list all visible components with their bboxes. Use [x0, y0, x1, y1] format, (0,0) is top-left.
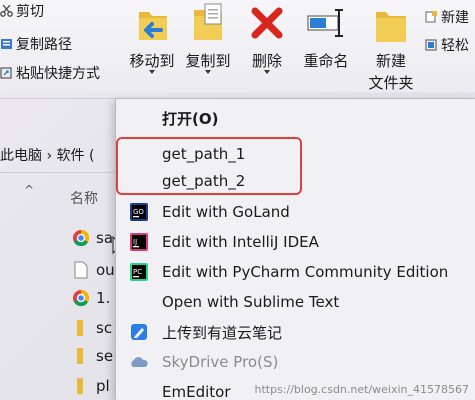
delete-label: 删除 — [251, 52, 282, 70]
paste-shortcut-button[interactable]: 粘贴快捷方式 — [0, 62, 100, 84]
new-folder-button[interactable]: 新建 文件夹 — [362, 0, 420, 92]
file-row-4[interactable]: sc — [72, 316, 112, 340]
menu-item-edit-intellij[interactable]: IJ Edit with IntelliJ IDEA — [116, 227, 475, 257]
move-to-icon — [135, 4, 171, 48]
watermark: https://blog.csdn.net/weixin_41578567 — [254, 383, 469, 396]
file-icon — [72, 261, 90, 279]
menu-item-label: EmEditor — [162, 383, 231, 400]
menu-item-label: Edit with GoLand — [162, 203, 290, 221]
collapse-chevron-icon[interactable]: ^ — [24, 183, 34, 197]
copy-path-button[interactable]: 复制路径 — [0, 33, 72, 55]
file-name: sa — [96, 229, 114, 247]
file-name: se — [96, 347, 114, 365]
folder-icon — [72, 319, 90, 337]
rename-label: 重命名 — [303, 52, 349, 70]
move-to-label: 移动到 — [129, 52, 175, 70]
paste-shortcut-icon — [0, 67, 13, 79]
paste-shortcut-label: 粘贴快捷方式 — [16, 66, 100, 82]
file-row-5[interactable]: se — [72, 344, 113, 368]
address-divider — [0, 172, 118, 173]
rename-icon — [306, 8, 346, 42]
menu-item-label: Edit with IntelliJ IDEA — [162, 233, 319, 251]
move-to-dropdown-icon — [149, 70, 155, 74]
svg-text:PC: PC — [133, 268, 142, 276]
svg-text:GO: GO — [133, 208, 144, 216]
new-folder-label-2: 文件夹 — [368, 74, 414, 92]
move-to-button[interactable]: 移动到 — [124, 0, 180, 92]
copy-to-dropdown-icon — [205, 70, 211, 74]
chrome-icon — [72, 229, 90, 247]
new-folder-label-1: 新建 — [375, 52, 406, 70]
file-row-1[interactable]: sa — [72, 226, 113, 250]
menu-item-label: 打开(O) — [162, 109, 219, 128]
easy-access-icon — [425, 39, 438, 51]
column-header-name[interactable]: 名称 — [70, 188, 98, 208]
scissors-icon — [0, 4, 13, 17]
ribbon-toolbar: 剪切 复制路径 粘贴快捷方式 移动到 复制到 删除 重命名 新建 文件夹 新建 … — [0, 0, 475, 92]
breadcrumb-text: 此电脑 › 软件 ( — [0, 148, 95, 164]
file-name: sc — [96, 319, 113, 337]
menu-item-open[interactable]: 打开(O) — [116, 103, 475, 133]
delete-button[interactable]: 删除 — [246, 0, 288, 92]
copy-path-label: 复制路径 — [16, 37, 72, 53]
easy-access-label: 轻松 — [441, 38, 469, 54]
breadcrumb[interactable]: 此电脑 › 软件 ( — [0, 140, 118, 170]
menu-item-label: Edit with PyCharm Community Edition — [162, 263, 449, 281]
skydrive-icon — [130, 353, 148, 371]
chrome-icon — [72, 289, 90, 307]
folder-icon — [72, 377, 90, 395]
cut-label: 剪切 — [16, 4, 44, 20]
file-name: ou — [96, 261, 115, 279]
youdao-note-icon — [130, 323, 148, 341]
new-item-label: 新建 — [441, 10, 469, 26]
menu-item-edit-pycharm[interactable]: PC Edit with PyCharm Community Edition — [116, 257, 475, 287]
ribbon-divider — [0, 98, 118, 99]
file-row-2[interactable]: ou — [72, 258, 115, 282]
easy-access-button[interactable]: 轻松 — [425, 34, 469, 56]
intellij-icon: IJ — [130, 233, 148, 251]
menu-item-edit-goland[interactable]: GO Edit with GoLand — [116, 197, 475, 227]
highlight-box — [116, 137, 302, 195]
menu-item-skydrive[interactable]: SkyDrive Pro(S) — [116, 347, 475, 377]
goland-icon: GO — [130, 203, 148, 221]
file-name: pl — [96, 377, 110, 395]
menu-item-label: 上传到有道云笔记 — [162, 323, 283, 342]
rename-button[interactable]: 重命名 — [296, 0, 356, 92]
cut-button[interactable]: 剪切 — [0, 0, 44, 22]
new-item-icon — [425, 11, 438, 23]
delete-dropdown-icon — [264, 70, 270, 74]
copy-to-label: 复制到 — [185, 52, 231, 70]
file-row-3[interactable]: 1. — [72, 286, 110, 310]
menu-item-open-sublime[interactable]: Open with Sublime Text — [116, 287, 475, 317]
copy-to-button[interactable]: 复制到 — [180, 0, 236, 92]
clipboard-group: 剪切 复制路径 粘贴快捷方式 — [0, 0, 118, 92]
menu-item-label: SkyDrive Pro(S) — [162, 353, 279, 371]
svg-text:IJ: IJ — [133, 238, 137, 246]
new-item-button[interactable]: 新建 — [425, 6, 469, 28]
new-folder-icon — [374, 4, 408, 48]
file-row-6[interactable]: pl — [72, 374, 110, 398]
menu-item-label: Open with Sublime Text — [162, 293, 340, 311]
copy-to-icon — [190, 2, 226, 48]
pycharm-icon: PC — [130, 263, 148, 281]
menu-item-upload-youdao[interactable]: 上传到有道云笔记 — [116, 317, 475, 347]
copy-path-icon — [0, 38, 13, 50]
file-name: 1. — [96, 289, 111, 307]
delete-x-icon — [250, 6, 284, 44]
folder-icon — [72, 347, 90, 365]
